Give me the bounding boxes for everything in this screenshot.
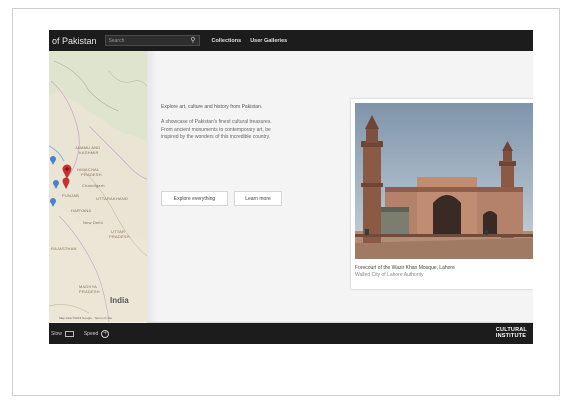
speed-label: Speed [83, 331, 99, 337]
bottom-bar: Slow Speed + CULTURAL INSTITUTE [49, 323, 533, 344]
grid-view-icon[interactable] [64, 331, 74, 337]
site-title[interactable]: of Pakistan [52, 36, 97, 46]
map-label: New Delhi [83, 220, 104, 225]
cultural-institute-logo[interactable]: CULTURAL INSTITUTE [496, 327, 527, 339]
learn-more-button[interactable]: Learn more [234, 191, 282, 206]
nav-user-galleries[interactable]: User Galleries [250, 38, 287, 44]
explore-everything-button[interactable]: Explore everything [161, 191, 228, 206]
map-country-label: India [110, 296, 129, 305]
featured-source[interactable]: Walled City of Lahore Authority [355, 272, 423, 278]
map-attribution[interactable]: Map data ©2013 Google · Terms of Use [59, 316, 112, 320]
intro-lead: Explore art, culture and history from Pa… [161, 104, 263, 110]
search-icon[interactable]: ⚲ [190, 37, 195, 44]
map-marker-blue[interactable] [49, 155, 57, 167]
search-box[interactable]: ⚲ [104, 35, 200, 46]
map-marker-blue[interactable] [49, 197, 57, 209]
map-label: PRADESH [79, 289, 100, 294]
nav-collections[interactable]: Collections [212, 38, 242, 44]
intro-description: A showcase of Pakistan's finest cultural… [161, 119, 306, 142]
view-label: Slow [51, 331, 62, 337]
map-label: PRADESH [81, 172, 102, 177]
brand-line: INSTITUTE [495, 333, 527, 339]
intro-description-line: A showcase of Pakistan's finest cultural… [161, 119, 272, 125]
featured-photo[interactable] [355, 103, 533, 259]
featured-card[interactable]: Forecourt of the Wazir Khan Mosque, Laho… [351, 99, 533, 289]
top-bar: of Pakistan ⚲ Collections User Galleries [49, 30, 533, 51]
playback-controls: Slow Speed + [51, 330, 110, 338]
content-panel: Explore art, culture and history from Pa… [147, 51, 533, 322]
map-label: Chandigarh [82, 183, 105, 188]
speed-plus-icon[interactable]: + [101, 330, 110, 338]
map-marker-cluster[interactable] [59, 163, 73, 203]
intro-description-line: inspired by the wonders of this incredib… [161, 134, 271, 140]
map-label: UTTARAKHAND [96, 196, 128, 201]
map-panel[interactable]: JAMMU AND KASHMIR HIMACHAL PRADESH Chand… [49, 51, 147, 322]
map-label: HARYANA [71, 208, 92, 213]
featured-title[interactable]: Forecourt of the Wazir Khan Mosque, Laho… [355, 265, 455, 271]
map-label: RAJASTHAN [51, 246, 77, 251]
search-input[interactable] [108, 37, 179, 44]
intro-description-line: From ancient monuments to contemporary a… [161, 126, 271, 133]
app-screen: of Pakistan ⚲ Collections User Galleries… [49, 30, 533, 344]
map-label: PRADESH [109, 234, 130, 239]
map-label: KASHMIR [79, 150, 99, 155]
map-marker-blue[interactable] [52, 179, 60, 191]
